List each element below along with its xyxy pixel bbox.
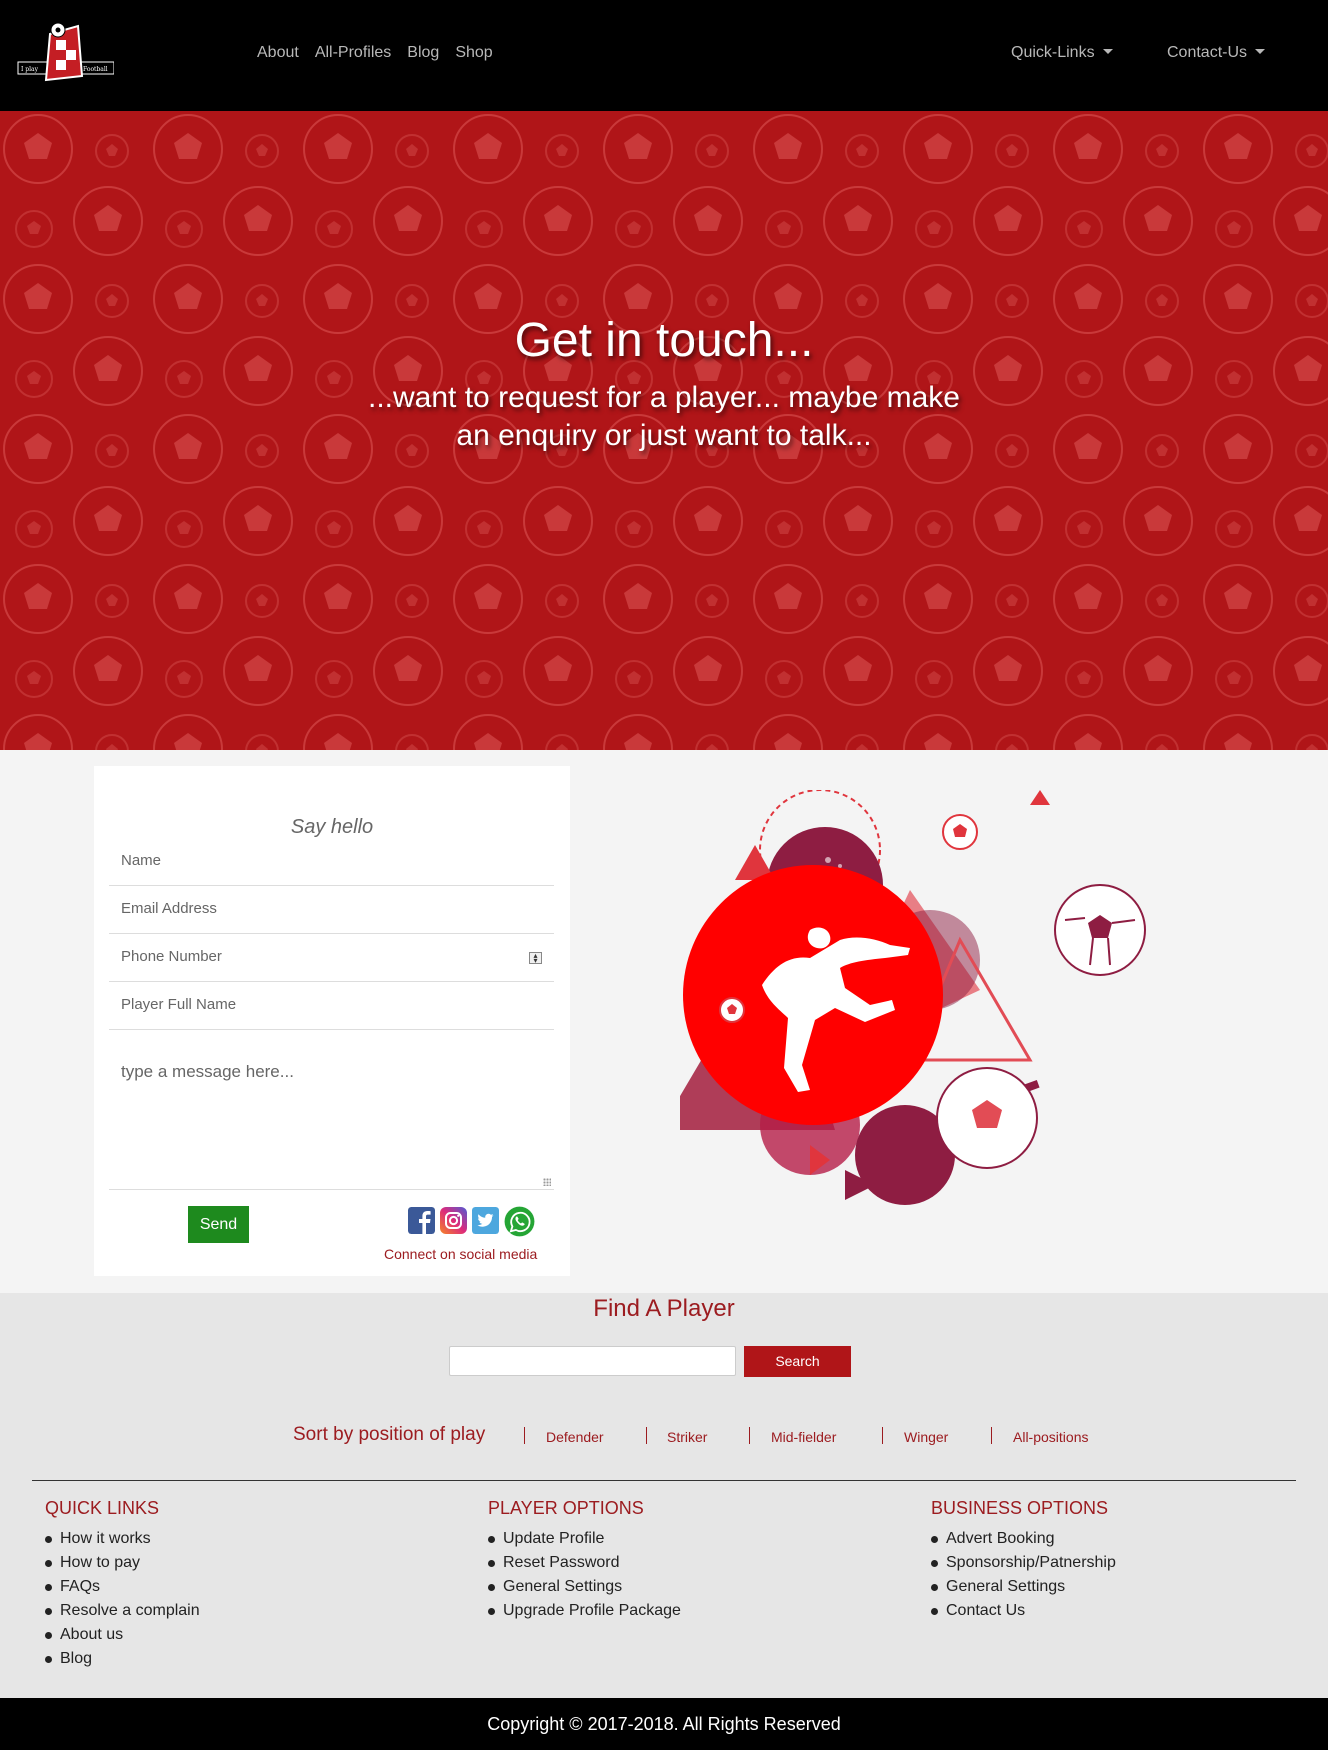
name-field[interactable]: Name	[109, 838, 554, 886]
email-placeholder: Email Address	[121, 900, 217, 917]
sort-label: Sort by position of play	[293, 1424, 486, 1445]
social-caption: Connect on social media	[384, 1246, 538, 1262]
navbar: I play Football About All-Profiles Blog …	[0, 0, 1328, 111]
player-options-heading: PLAYER OPTIONS	[488, 1498, 644, 1518]
facebook-icon[interactable]	[408, 1207, 435, 1234]
separator	[646, 1427, 647, 1444]
player-name-field[interactable]: Player Full Name	[109, 982, 554, 1030]
separator	[524, 1427, 525, 1444]
footer-link-how-to-pay[interactable]: How to pay	[45, 1551, 200, 1575]
footer-link-contact-us[interactable]: Contact Us	[931, 1599, 1116, 1623]
contact-form: Say hello Name Email Address Phone Numbe…	[94, 766, 570, 1276]
number-spinner-icon[interactable]: ▴ ▾	[529, 952, 542, 965]
footer-business-options: BUSINESS OPTIONS Advert Booking Sponsors…	[931, 1498, 1116, 1623]
contact-us-label: Contact-Us	[1167, 44, 1248, 61]
twitter-icon[interactable]	[472, 1207, 499, 1234]
footer-link-upgrade-package[interactable]: Upgrade Profile Package	[488, 1599, 681, 1623]
footer-link-about-us[interactable]: About us	[45, 1623, 200, 1647]
form-title: Say hello	[290, 816, 374, 838]
footer-link-blog[interactable]: Blog	[45, 1647, 200, 1671]
caret-down-icon	[1255, 49, 1266, 54]
player-search-input[interactable]	[449, 1346, 736, 1376]
name-placeholder: Name	[121, 852, 162, 869]
footer-link-advert-booking[interactable]: Advert Booking	[931, 1527, 1116, 1551]
copyright-text: Copyright © 2017-2018. All Rights Reserv…	[487, 1714, 841, 1734]
main-nav: About All-Profiles Blog Shop	[257, 44, 493, 62]
search-button[interactable]: Search	[744, 1346, 851, 1377]
footer-link-how-it-works[interactable]: How it works	[45, 1527, 200, 1551]
footer-link-faqs[interactable]: FAQs	[45, 1575, 200, 1599]
social-links	[408, 1206, 535, 1237]
sort-midfielder[interactable]: Mid-fielder	[771, 1429, 836, 1445]
quick-links-label: Quick-Links	[1011, 44, 1095, 61]
hero-banner: Get in touch... ...want to request for a…	[0, 111, 1328, 750]
contact-section: Say hello Name Email Address Phone Numbe…	[0, 750, 1328, 1293]
hero-title: Get in touch...	[514, 314, 814, 367]
sort-winger[interactable]: Winger	[904, 1429, 948, 1445]
sort-striker[interactable]: Striker	[667, 1429, 707, 1445]
footer-link-update-profile[interactable]: Update Profile	[488, 1527, 681, 1551]
copyright-bar: Copyright © 2017-2018. All Rights Reserv…	[0, 1698, 1328, 1750]
svg-text:I play: I play	[21, 66, 39, 73]
footer-link-general-settings[interactable]: General Settings	[488, 1575, 681, 1599]
phone-placeholder: Phone Number	[121, 948, 222, 965]
separator	[882, 1427, 883, 1444]
separator	[749, 1427, 750, 1444]
footer-quick-links: QUICK LINKS How it works How to pay FAQs…	[45, 1498, 200, 1671]
nav-all-profiles[interactable]: All-Profiles	[315, 44, 391, 62]
nav-about[interactable]: About	[257, 44, 299, 62]
send-button[interactable]: Send	[188, 1206, 249, 1243]
player-name-placeholder: Player Full Name	[121, 996, 237, 1013]
footer-link-reset-password[interactable]: Reset Password	[488, 1551, 681, 1575]
email-field[interactable]: Email Address	[109, 886, 554, 934]
quick-links-heading: QUICK LINKS	[45, 1498, 160, 1518]
separator	[991, 1427, 992, 1444]
message-textarea[interactable]: type a message here...	[109, 1046, 554, 1190]
footer-divider	[32, 1480, 1296, 1481]
message-placeholder: type a message here...	[121, 1062, 294, 1081]
whatsapp-icon[interactable]	[504, 1206, 535, 1237]
quick-links-dropdown[interactable]: Quick-Links	[1011, 44, 1113, 62]
site-logo[interactable]: I play Football	[16, 22, 114, 84]
football-player-illustration	[680, 790, 1146, 1205]
resize-grip-icon[interactable]	[543, 1178, 551, 1186]
sort-by-position: Sort by position of play Defender Strike…	[0, 1424, 1328, 1448]
business-options-heading: BUSINESS OPTIONS	[931, 1498, 1109, 1518]
nav-shop[interactable]: Shop	[455, 44, 492, 62]
footer-link-business-settings[interactable]: General Settings	[931, 1575, 1116, 1599]
svg-text:Football: Football	[83, 66, 108, 73]
instagram-icon[interactable]	[440, 1207, 467, 1234]
caret-down-icon	[1102, 49, 1113, 54]
contact-us-dropdown[interactable]: Contact-Us	[1167, 44, 1266, 62]
sort-defender[interactable]: Defender	[546, 1429, 604, 1445]
hero-subtitle: ...want to request for a player... maybe…	[368, 381, 960, 452]
nav-blog[interactable]: Blog	[407, 44, 439, 62]
footer-link-resolve-complain[interactable]: Resolve a complain	[45, 1599, 200, 1623]
find-player-title: Find A Player	[593, 1295, 735, 1322]
footer-player-options: PLAYER OPTIONS Update Profile Reset Pass…	[488, 1498, 681, 1623]
sort-all-positions[interactable]: All-positions	[1013, 1429, 1088, 1445]
phone-field[interactable]: Phone Number ▴ ▾	[109, 934, 554, 982]
footer-link-sponsorship[interactable]: Sponsorship/Patnership	[931, 1551, 1116, 1575]
